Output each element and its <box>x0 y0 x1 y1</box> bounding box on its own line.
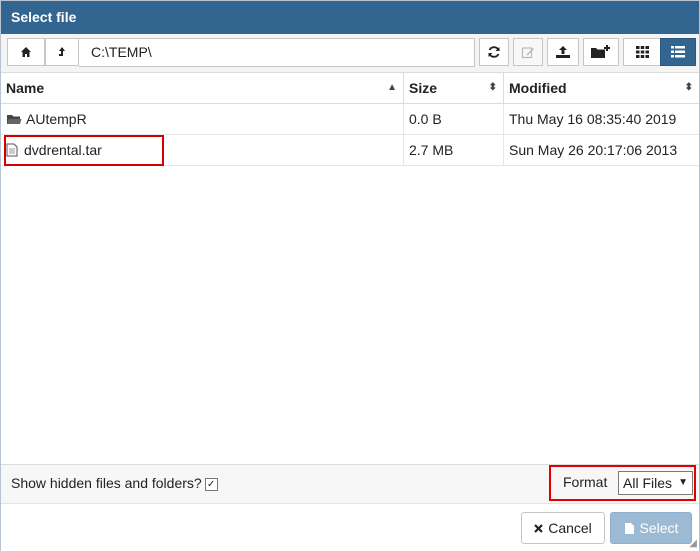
dialog-actions: Cancel Select ◢ <box>1 503 699 551</box>
home-icon <box>21 47 31 57</box>
up-folder-button[interactable] <box>45 38 79 66</box>
format-select[interactable]: All Files ▼ <box>618 471 693 495</box>
list-view-icon <box>671 46 685 58</box>
refresh-button[interactable] <box>479 38 509 66</box>
edit-icon <box>521 47 534 59</box>
grid-view-icon <box>635 46 649 58</box>
row-name-cell: AUtempR <box>1 104 404 134</box>
upload-icon <box>556 46 570 58</box>
cancel-label: Cancel <box>548 520 592 536</box>
sort-icon[interactable]: ▲ <box>387 73 397 103</box>
show-hidden-label: Show hidden files and folders? <box>11 475 202 491</box>
highlight-box-file <box>4 135 164 166</box>
path-field[interactable]: C:\TEMP\ <box>79 38 475 67</box>
file-modified: Sun May 26 20:17:06 2013 <box>509 142 678 158</box>
format-value: All Files <box>623 475 673 491</box>
refresh-icon <box>488 46 500 58</box>
file-size: 2.7 MB <box>404 135 504 165</box>
format-label: Format <box>563 474 608 490</box>
new-folder-icon <box>591 45 610 58</box>
show-hidden-checkbox[interactable]: ✓ <box>204 477 218 491</box>
resize-grip-icon[interactable]: ◢ <box>689 538 697 549</box>
chevron-down-icon: ▼ <box>678 477 688 488</box>
file-name: AUtempR <box>26 111 87 127</box>
upload-button[interactable] <box>547 38 579 66</box>
column-size-label: Size <box>409 80 438 96</box>
cancel-button[interactable]: Cancel <box>521 512 605 544</box>
file-icon <box>624 522 634 534</box>
column-name-label: Name <box>6 80 45 96</box>
folder-icon <box>7 115 22 124</box>
table-row[interactable]: AUtempR 0.0 B Thu May 16 08:35:40 2019 <box>1 104 699 135</box>
file-list: Name ▲ Size ⬍ Modified ⬍ AUtempR 0.0 B T… <box>1 73 699 463</box>
new-folder-button[interactable] <box>583 38 619 66</box>
select-file-dialog: Select file C:\TEMP\ Name ▲ Size ⬍ Modif… <box>0 0 700 551</box>
up-arrow-icon <box>59 47 65 56</box>
column-name-header[interactable]: Name ▲ <box>1 73 404 103</box>
select-button[interactable]: Select <box>610 512 692 544</box>
column-modified-header[interactable]: Modified ⬍ <box>504 73 699 103</box>
select-label: Select <box>639 520 679 536</box>
file-modified: Thu May 16 08:35:40 2019 <box>509 111 677 127</box>
list-view-button[interactable] <box>660 38 696 66</box>
file-size: 0.0 B <box>404 104 504 134</box>
dialog-title: Select file <box>1 1 699 34</box>
column-modified-label: Modified <box>509 80 567 96</box>
show-hidden-option[interactable]: Show hidden files and folders? ✓ <box>11 475 218 491</box>
home-button[interactable] <box>7 38 45 66</box>
close-icon <box>534 523 543 533</box>
toolbar: C:\TEMP\ <box>1 34 699 73</box>
sort-icon[interactable]: ⬍ <box>685 73 693 103</box>
column-size-header[interactable]: Size ⬍ <box>404 73 504 103</box>
grid-view-button[interactable] <box>623 38 661 66</box>
rename-button[interactable] <box>513 38 543 66</box>
sort-icon[interactable]: ⬍ <box>489 73 497 103</box>
file-list-header: Name ▲ Size ⬍ Modified ⬍ <box>1 73 699 104</box>
